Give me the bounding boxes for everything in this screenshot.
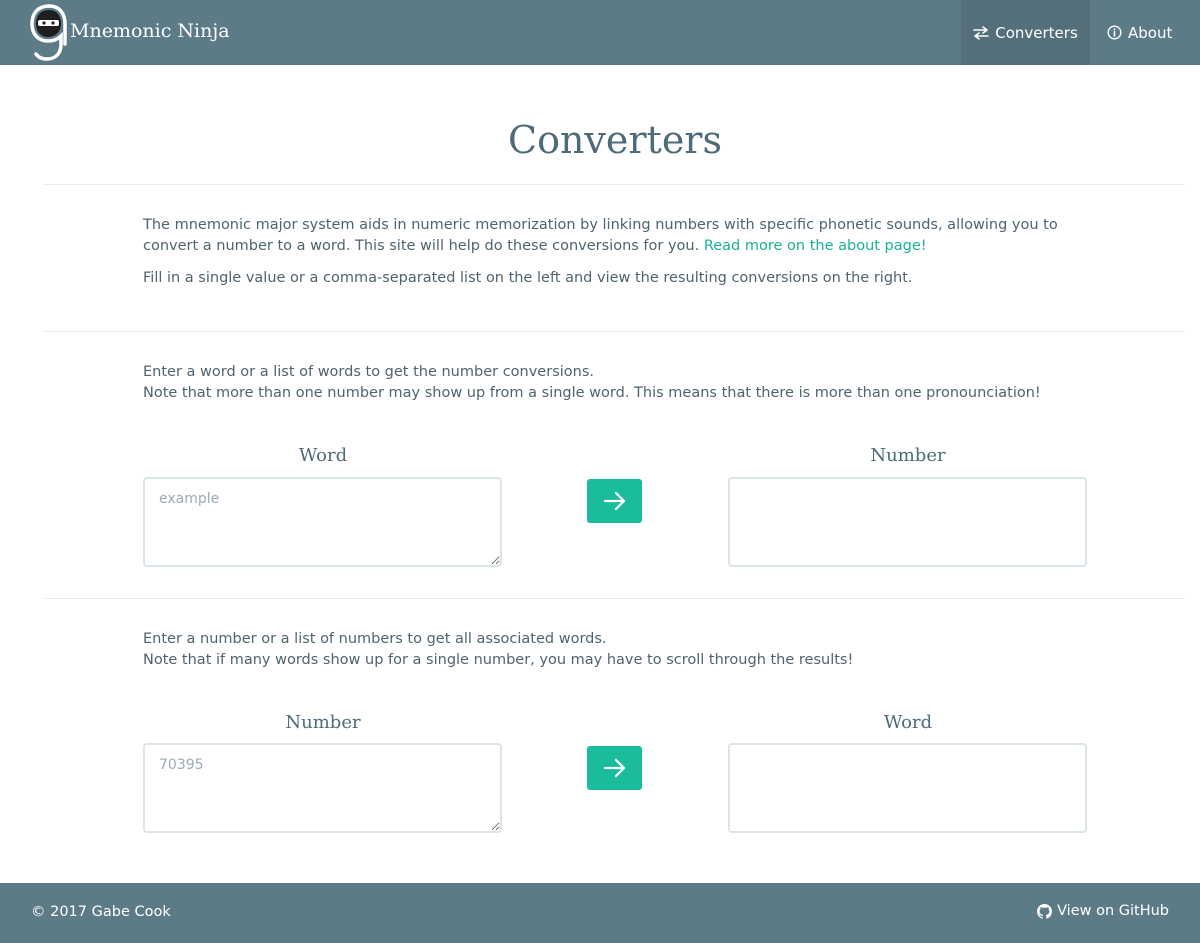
nav-item-converters-label: Converters [995, 23, 1078, 42]
copyright-text: © 2017 Gabe Cook [31, 904, 171, 920]
number-input[interactable] [143, 743, 502, 833]
convert-word-button[interactable] [587, 479, 642, 523]
number-output [728, 477, 1087, 567]
footer: © 2017 Gabe Cook View on GitHub [0, 883, 1200, 943]
instruction-text: Fill in a single value or a comma-separa… [143, 270, 913, 286]
info-circle-icon [1107, 25, 1122, 40]
github-icon [1037, 903, 1053, 919]
ninja-logo-icon [30, 3, 67, 61]
divider [44, 331, 1185, 332]
nav-item-converters[interactable]: Converters [961, 0, 1090, 65]
page-title: Converters [508, 118, 722, 162]
swap-arrows-icon [973, 25, 989, 40]
word-output [728, 743, 1087, 833]
number-output-label: Number [870, 445, 946, 466]
arrow-right-icon [603, 491, 625, 511]
arrow-right-icon [603, 758, 625, 778]
brand-name: Mnemonic Ninja [70, 20, 230, 42]
convert-number-button[interactable] [587, 746, 642, 790]
nav-item-about-label: About [1128, 23, 1173, 42]
word-to-number-description: Enter a word or a list of words to get t… [143, 364, 595, 380]
intro-paragraph: The mnemonic major system aids in numeri… [143, 215, 1093, 257]
github-link-label: View on GitHub [1057, 903, 1169, 919]
word-input[interactable] [143, 477, 502, 567]
divider [44, 184, 1185, 185]
word-output-label: Word [883, 712, 933, 733]
number-input-label: Number [285, 712, 361, 733]
about-page-link[interactable]: Read more on the about page! [704, 238, 927, 254]
brand-link[interactable]: Mnemonic Ninja [30, 3, 230, 61]
github-link[interactable]: View on GitHub [1037, 903, 1169, 919]
divider [44, 598, 1185, 599]
navbar: Mnemonic Ninja Converters About [0, 0, 1200, 65]
number-to-word-note: Note that if many words show up for a si… [143, 652, 854, 668]
number-to-word-description: Enter a number or a list of numbers to g… [143, 631, 607, 647]
word-to-number-note: Note that more than one number may show … [143, 385, 1041, 401]
nav-item-about[interactable]: About [1090, 0, 1200, 65]
word-input-label: Word [298, 445, 348, 466]
